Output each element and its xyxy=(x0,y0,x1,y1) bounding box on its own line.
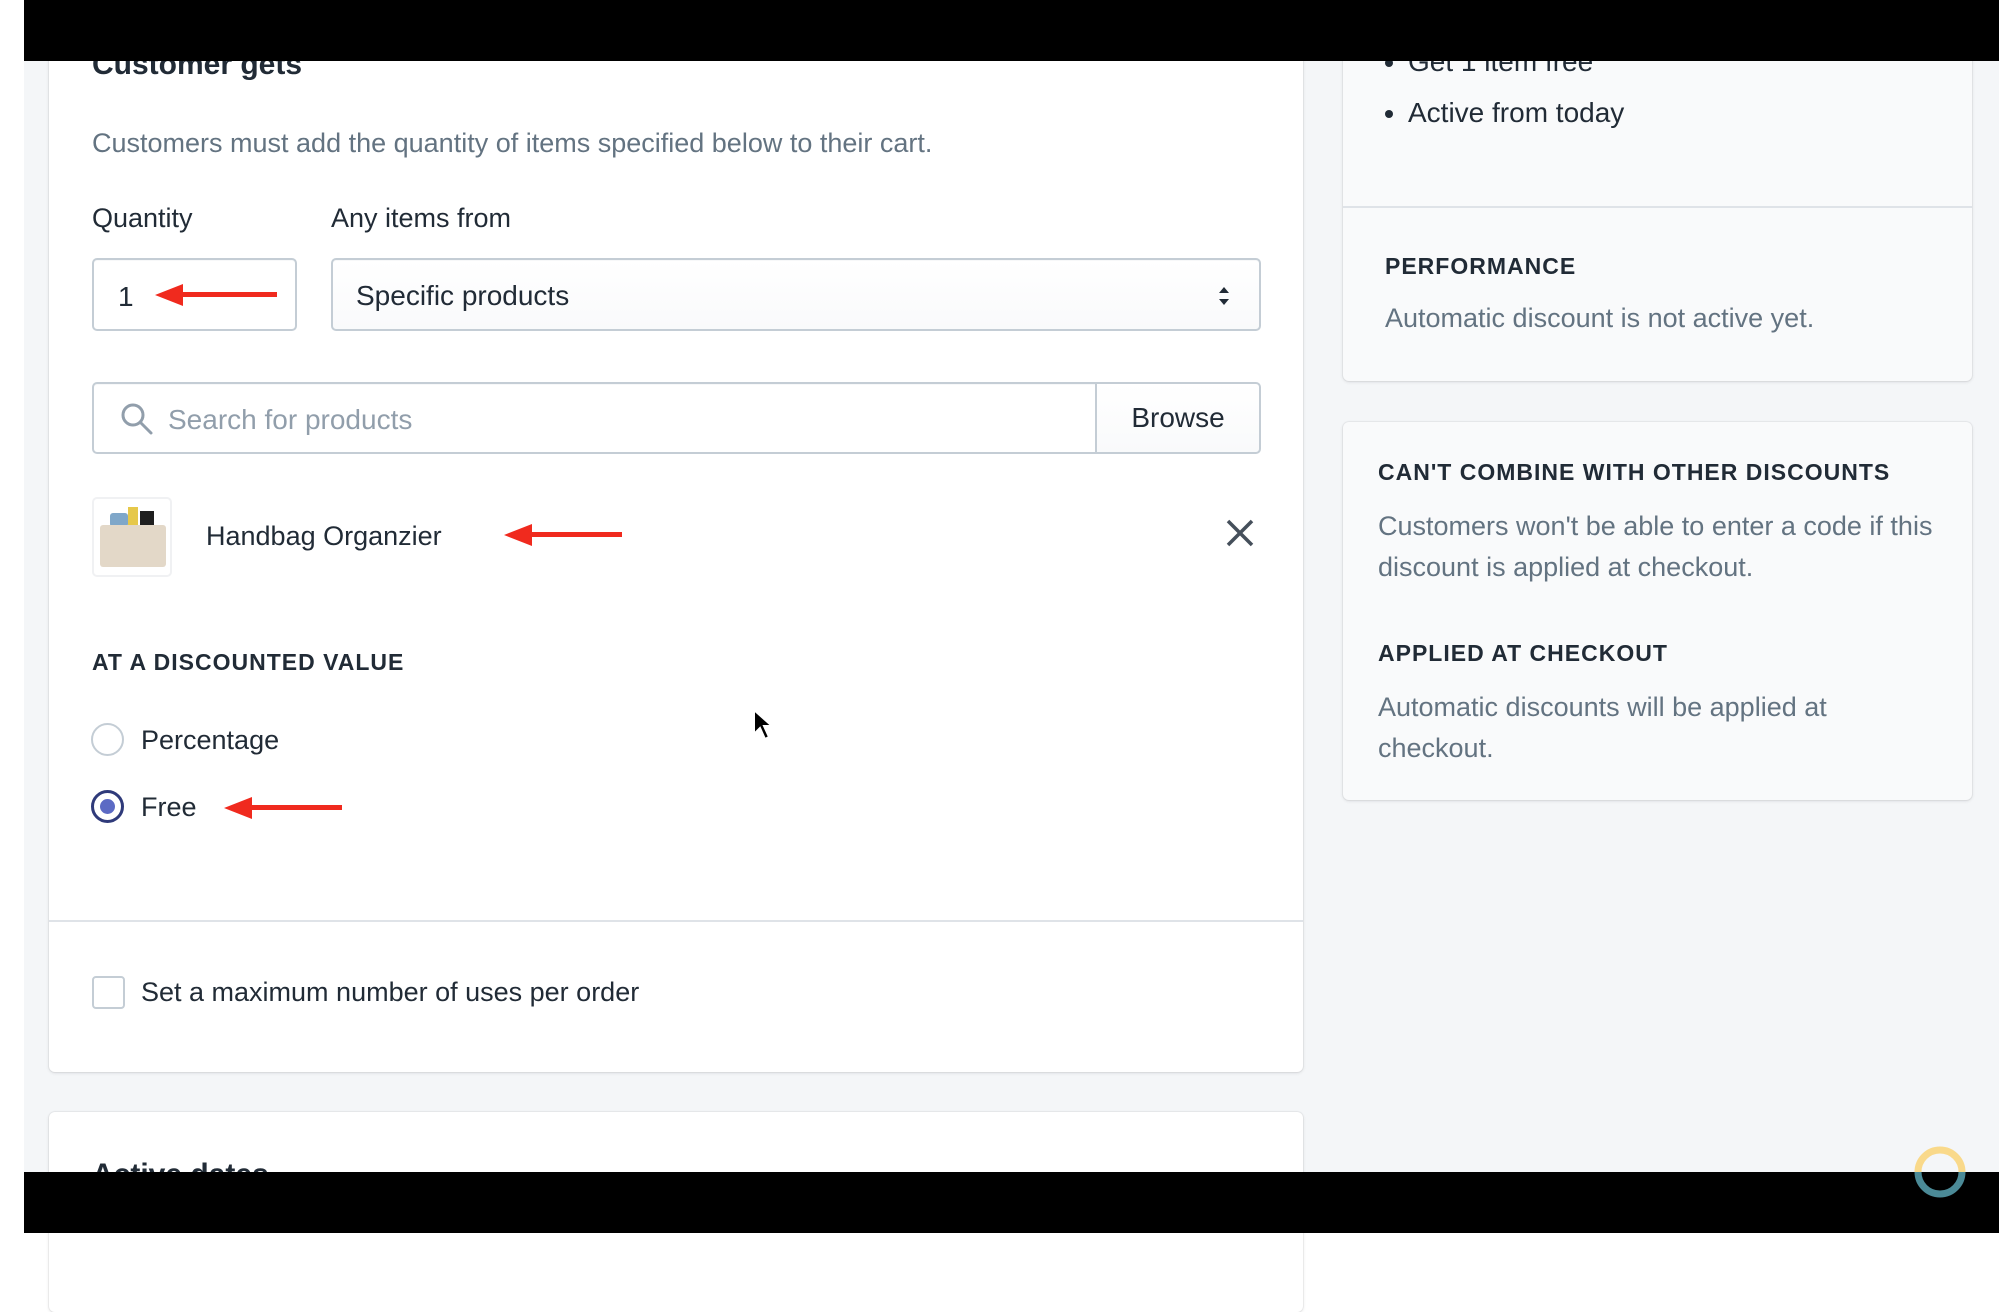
max-uses-label[interactable]: Set a maximum number of uses per order xyxy=(141,977,639,1008)
items-from-label: Any items from xyxy=(331,203,512,233)
performance-heading: PERFORMANCE xyxy=(1385,253,1577,279)
max-uses-checkbox[interactable] xyxy=(92,976,125,1009)
items-from-value: Specific products xyxy=(356,280,570,311)
annotation-arrow-product xyxy=(504,524,622,546)
select-chevron-icon xyxy=(1219,287,1229,305)
loading-spinner-icon xyxy=(1914,1146,1966,1198)
remove-product-close-icon[interactable] xyxy=(1225,518,1255,548)
search-icon xyxy=(121,403,153,435)
mouse-cursor-icon xyxy=(753,708,775,741)
annotation-arrow-free xyxy=(224,797,342,819)
annotation-arrow-quantity xyxy=(155,284,277,306)
items-from-select[interactable]: Specific products xyxy=(331,258,1261,331)
radio-percentage-control[interactable] xyxy=(91,723,124,756)
letterbox-bottom xyxy=(24,1172,1999,1233)
letterbox-top xyxy=(24,0,1999,61)
search-placeholder: Search for products xyxy=(168,404,413,435)
discounted-value-heading: AT A DISCOUNTED VALUE xyxy=(92,649,405,675)
quantity-value: 1 xyxy=(118,281,134,312)
product-name: Handbag Organzier xyxy=(206,521,442,551)
product-thumbnail xyxy=(92,497,172,577)
combine-heading: CAN'T COMBINE WITH OTHER DISCOUNTS xyxy=(1378,459,1891,485)
applied-text: Automatic discounts will be applied at c… xyxy=(1378,692,1827,763)
applied-heading: APPLIED AT CHECKOUT xyxy=(1378,640,1668,666)
quantity-label: Quantity xyxy=(92,203,193,233)
helper-text: Customers must add the quantity of items… xyxy=(92,128,933,158)
browse-button[interactable]: Browse xyxy=(1095,382,1261,454)
section-divider xyxy=(49,920,1303,922)
radio-percentage-label[interactable]: Percentage xyxy=(141,725,279,756)
summary-divider xyxy=(1343,206,1972,208)
product-search-input[interactable]: Search for products xyxy=(92,382,1097,454)
summary-item: Active from today xyxy=(1408,87,1624,138)
radio-free-control[interactable] xyxy=(91,790,124,823)
radio-free-label[interactable]: Free xyxy=(141,792,197,823)
combine-text: Customers won't be able to enter a code … xyxy=(1378,511,1933,582)
performance-text: Automatic discount is not active yet. xyxy=(1385,303,1815,333)
